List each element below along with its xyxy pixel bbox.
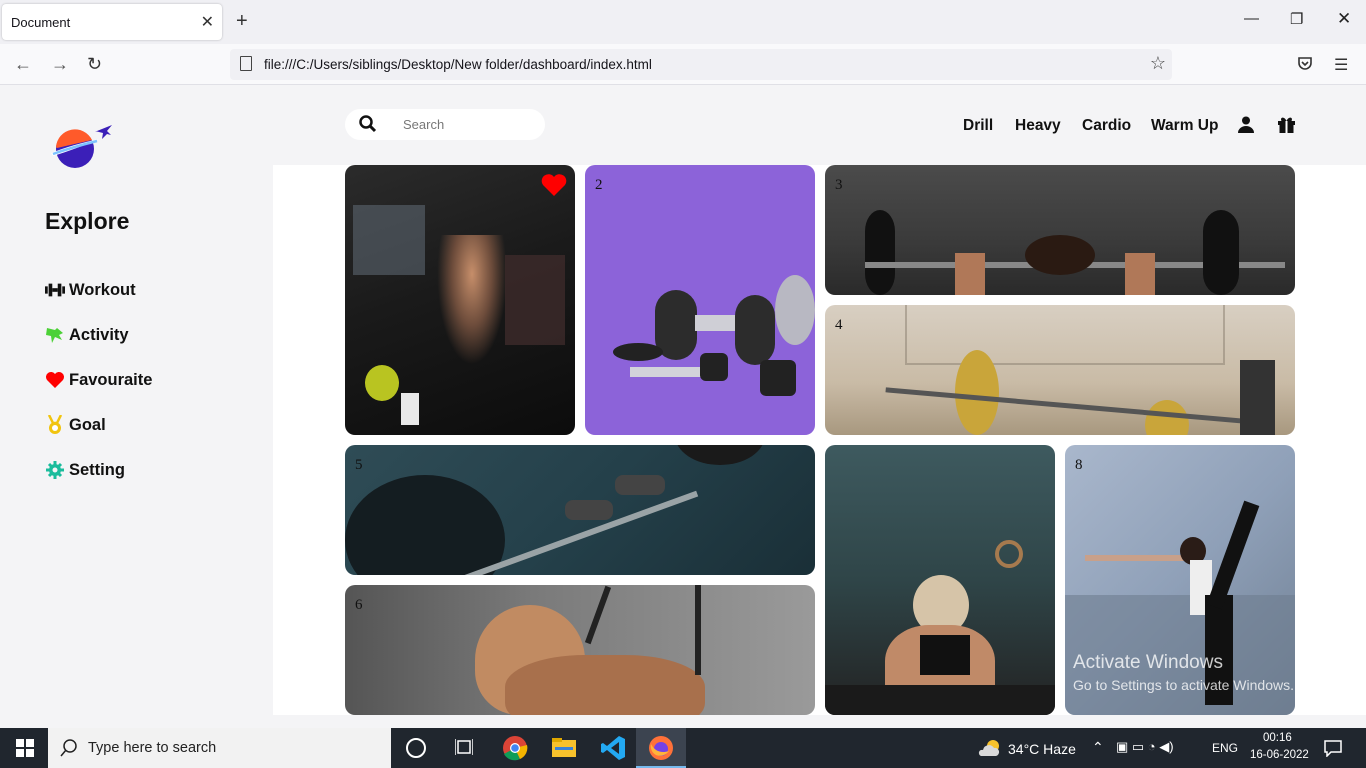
system-tray-icons[interactable]: ▣ ▭ ◔ ◀) — [1116, 739, 1174, 755]
page: Explore Workout Activity Favouraite Goal… — [0, 85, 1366, 728]
vscode-icon[interactable] — [600, 735, 626, 761]
gallery-area: 2 3 4 5 6 8 — [273, 165, 1366, 715]
forward-icon[interactable]: → — [51, 54, 69, 75]
sidebar-item-label: Setting — [69, 460, 125, 479]
pocket-icon[interactable] — [1297, 55, 1313, 76]
favourite-heart-icon[interactable] — [541, 173, 567, 197]
sidebar-item-workout[interactable]: Workout — [45, 278, 136, 302]
activity-icon — [45, 326, 65, 344]
card-number: 6 — [355, 597, 363, 613]
minimize-icon[interactable]: — — [1244, 10, 1259, 27]
gallery-card[interactable]: 2 — [585, 165, 815, 435]
gallery-card[interactable]: 5 — [345, 445, 815, 575]
sidebar-item-setting[interactable]: Setting — [45, 458, 125, 482]
page-icon — [240, 56, 252, 71]
gallery-card[interactable] — [345, 165, 575, 435]
sidebar-item-label: Favouraite — [69, 370, 153, 389]
language-indicator[interactable]: ENG — [1212, 741, 1238, 755]
gallery-card[interactable]: 4 — [825, 305, 1295, 435]
url-bar[interactable]: file:///C:/Users/siblings/Desktop/New fo… — [230, 49, 1172, 80]
chrome-icon[interactable] — [502, 735, 528, 761]
gallery-card[interactable] — [825, 445, 1055, 715]
windows-start-icon[interactable] — [16, 739, 34, 762]
card-number: 5 — [355, 457, 363, 473]
taskbar-search-placeholder: Type here to search — [88, 740, 217, 756]
browser-navbar: ← → ↻ file:///C:/Users/siblings/Desktop/… — [0, 44, 1366, 85]
search-box — [345, 109, 545, 140]
clock-time[interactable]: 00:16 — [1263, 732, 1292, 744]
sidebar-item-label: Goal — [69, 415, 106, 434]
notifications-icon[interactable] — [1324, 739, 1342, 762]
gift-icon[interactable] — [1278, 116, 1295, 138]
new-tab-icon[interactable]: + — [236, 10, 248, 33]
menu-icon[interactable]: ☰ — [1334, 55, 1348, 75]
user-icon[interactable] — [1238, 116, 1254, 138]
search-icon[interactable] — [359, 115, 377, 138]
nav-cardio[interactable]: Cardio — [1082, 117, 1131, 135]
taskbar-search[interactable]: Type here to search — [48, 728, 391, 768]
heart-icon — [45, 371, 65, 389]
firefox-taskbar-item[interactable] — [636, 728, 686, 768]
restore-icon[interactable]: ❐ — [1290, 10, 1303, 28]
browser-tab[interactable]: Document ✕ — [2, 4, 222, 40]
card-number: 4 — [835, 317, 843, 333]
gallery-card[interactable]: 6 — [345, 585, 815, 715]
logo-icon — [51, 125, 112, 168]
card-number: 8 — [1075, 457, 1083, 473]
search-input[interactable] — [403, 117, 533, 132]
tab-title: Document — [11, 15, 71, 30]
search-icon — [60, 739, 77, 757]
reload-icon[interactable]: ↻ — [87, 54, 102, 75]
gallery-card[interactable]: 3 — [825, 165, 1295, 295]
sidebar-title: Explore — [45, 208, 130, 234]
sidebar-item-goal[interactable]: Goal — [45, 413, 106, 437]
browser-tabbar: Document ✕ + — ❐ ✕ — [0, 0, 1366, 44]
nav-drill[interactable]: Drill — [963, 117, 993, 135]
task-view-icon[interactable] — [454, 738, 474, 761]
weather-text: 34°C Haze — [1008, 741, 1076, 757]
card-number: 3 — [835, 177, 843, 193]
chevron-up-icon[interactable]: ⌃ — [1092, 739, 1104, 756]
bookmark-star-icon[interactable]: ☆ — [1150, 53, 1166, 74]
url-text: file:///C:/Users/siblings/Desktop/New fo… — [264, 57, 652, 72]
nav-heavy[interactable]: Heavy — [1015, 117, 1061, 135]
file-explorer-icon[interactable] — [551, 735, 577, 761]
gallery-card[interactable]: 8 — [1065, 445, 1295, 715]
clock-date[interactable]: 16-06-2022 — [1250, 749, 1309, 761]
cortana-icon[interactable] — [406, 738, 426, 758]
sidebar-item-label: Workout — [69, 280, 136, 299]
nav-warm-up[interactable]: Warm Up — [1151, 117, 1218, 135]
sidebar-item-label: Activity — [69, 325, 129, 344]
dumbbell-icon — [45, 282, 65, 298]
close-window-icon[interactable]: ✕ — [1337, 9, 1351, 29]
sidebar-item-favouraite[interactable]: Favouraite — [45, 368, 152, 392]
gear-icon — [45, 461, 65, 479]
medal-icon — [45, 415, 65, 435]
card-number: 2 — [595, 177, 603, 193]
taskbar: Type here to search 34°C Haze ⌃ ▣ ▭ ◔ ◀)… — [0, 728, 1366, 768]
activate-windows-title: Activate Windows — [1073, 652, 1223, 673]
close-tab-icon[interactable]: ✕ — [201, 12, 214, 32]
activate-windows-subtitle: Go to Settings to activate Windows. — [1073, 677, 1294, 693]
weather-icon[interactable] — [978, 738, 1002, 763]
sidebar-item-activity[interactable]: Activity — [45, 323, 129, 347]
back-icon[interactable]: ← — [14, 54, 32, 75]
firefox-icon — [649, 736, 673, 760]
